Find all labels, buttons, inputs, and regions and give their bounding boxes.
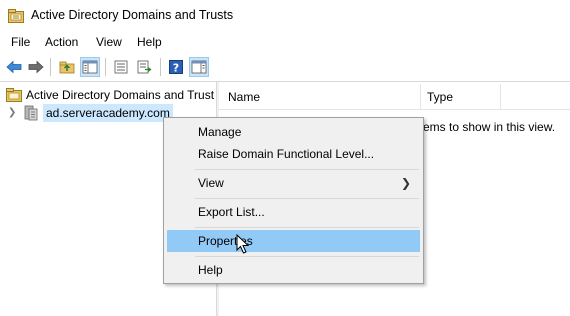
menu-item-help[interactable]: Help — [167, 259, 420, 281]
menu-bar: File Action View Help — [0, 31, 570, 53]
menu-separator — [195, 198, 419, 199]
column-header-name[interactable]: Name — [228, 90, 260, 104]
mouse-cursor-icon — [236, 233, 252, 256]
menu-help[interactable]: Help — [137, 35, 162, 49]
menu-action[interactable]: Action — [45, 35, 78, 49]
title-bar: Active Directory Domains and Trusts — [0, 0, 570, 30]
svg-text:?: ? — [173, 62, 179, 75]
menu-item-label: Export List... — [198, 205, 265, 219]
menu-item-properties[interactable]: Properties — [167, 230, 420, 252]
menu-item-label: Raise Domain Functional Level... — [198, 147, 375, 161]
ad-domains-trusts-icon — [8, 8, 24, 23]
toolbar-separator — [105, 58, 106, 76]
domain-icon — [22, 104, 40, 125]
column-header-type[interactable]: Type — [427, 90, 453, 104]
help-icon[interactable]: ? — [166, 57, 186, 77]
export-list-icon[interactable] — [135, 57, 155, 77]
menu-item-label: Help — [198, 263, 223, 277]
toolbar-separator — [50, 58, 51, 76]
show-hide-action-pane-icon[interactable] — [189, 57, 209, 77]
menu-item-raise-domain-level[interactable]: Raise Domain Functional Level... — [167, 143, 420, 165]
back-arrow-icon[interactable] — [4, 57, 24, 77]
menu-separator — [195, 227, 419, 228]
toolbar-separator — [160, 58, 161, 76]
context-menu: Manage Raise Domain Functional Level... … — [163, 117, 424, 284]
show-hide-tree-icon[interactable] — [80, 57, 100, 77]
menu-item-manage[interactable]: Manage — [167, 121, 420, 143]
up-folder-icon[interactable] — [57, 57, 77, 77]
toolbar: ? — [0, 54, 570, 80]
window-title: Active Directory Domains and Trusts — [31, 8, 234, 22]
tree-root-label: Active Directory Domains and Trust — [26, 88, 215, 102]
menu-separator — [195, 256, 419, 257]
menu-separator — [195, 169, 419, 170]
list-header: Name Type — [219, 84, 570, 110]
menu-item-view[interactable]: View ❯ — [167, 172, 420, 194]
ad-domains-trusts-icon — [6, 88, 22, 105]
properties-sheet-icon[interactable] — [111, 57, 131, 77]
chevron-right-icon[interactable]: ❯ — [8, 107, 16, 118]
menu-file[interactable]: File — [11, 35, 30, 49]
chevron-right-icon: ❯ — [400, 176, 411, 190]
tree-item-label: ad.serveracademy.com — [46, 106, 170, 120]
menu-view[interactable]: View — [96, 35, 122, 49]
forward-arrow-icon[interactable] — [26, 57, 46, 77]
menu-item-label: View — [198, 176, 224, 190]
menu-item-export-list[interactable]: Export List... — [167, 201, 420, 223]
column-divider[interactable] — [420, 84, 421, 110]
app-window: Active Directory Domains and Trusts File… — [0, 0, 570, 316]
column-divider[interactable] — [500, 84, 501, 110]
menu-item-label: Manage — [198, 125, 242, 139]
tree-item-selection: ad.serveracademy.com — [43, 104, 173, 122]
empty-list-message: ems to show in this view. — [423, 120, 556, 134]
